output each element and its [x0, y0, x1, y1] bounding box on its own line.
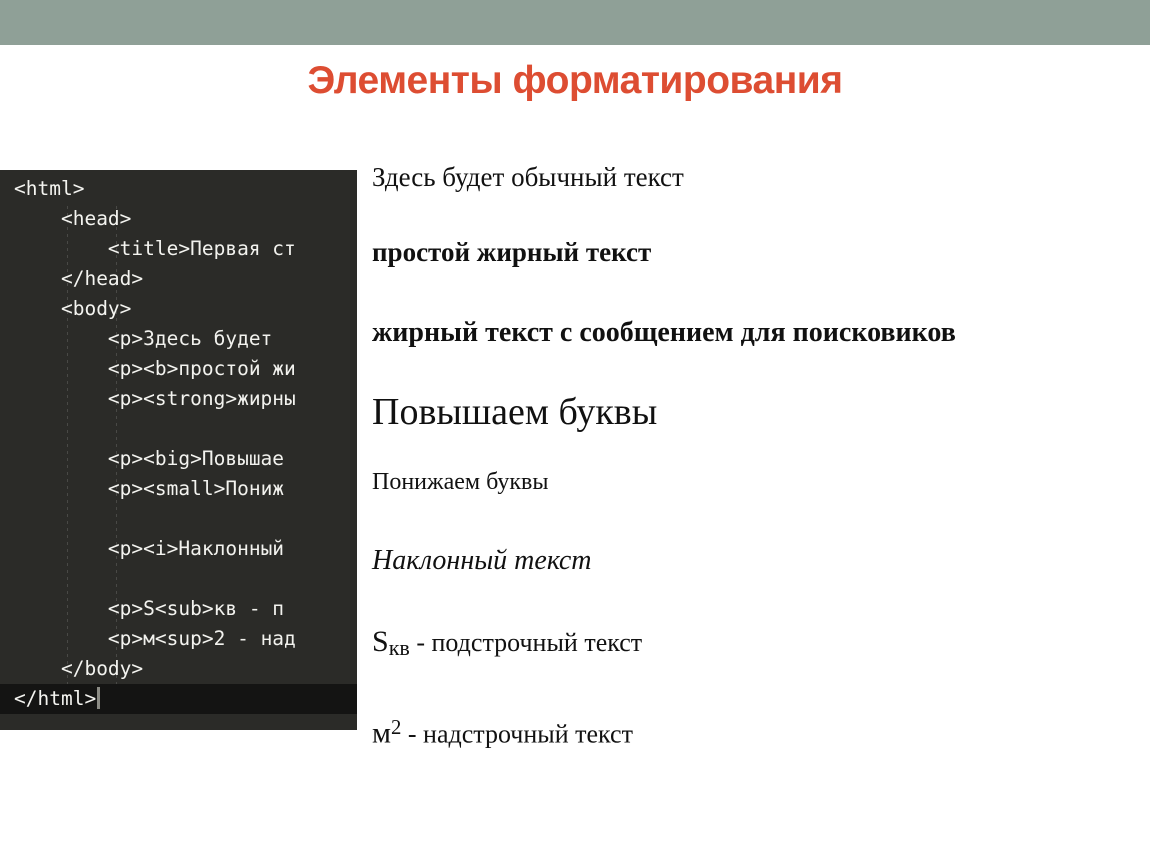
- code-line-head-close: </head>: [0, 264, 357, 294]
- code-token-s-char: S: [143, 597, 155, 620]
- code-token-html-close: </html>: [14, 687, 97, 710]
- code-token-i-open: <i>: [143, 537, 179, 560]
- code-token-m-char: м: [143, 627, 155, 650]
- output-big-text: Повышаем буквы: [372, 391, 658, 433]
- code-token-head-close: </head>: [60, 267, 144, 290]
- top-decorative-band: [0, 0, 1150, 45]
- code-line-html-open: <html>: [0, 174, 357, 204]
- code-line-html-close: </html>: [0, 684, 357, 714]
- code-line-p-italic: <p><i>Наклонный: [0, 534, 357, 564]
- code-token-sup-content: 2 - над: [213, 627, 296, 650]
- output-superscript-line: м2 - надстрочный текст: [372, 712, 1150, 751]
- page-title: Элементы форматирования: [307, 59, 843, 102]
- output-italic-text: Наклонный текст: [372, 545, 592, 576]
- code-token-sup-open: <sup>: [154, 627, 214, 650]
- output-normal-text: Здесь будет обычный текст: [372, 162, 684, 192]
- code-token-html-open: <html>: [14, 177, 85, 200]
- code-token-head-open: <head>: [60, 207, 132, 230]
- code-token-p-open: <p>: [107, 477, 144, 500]
- code-token-strong-content: жирны: [237, 387, 296, 410]
- code-token-small-content: Пониж: [225, 477, 285, 500]
- code-token-p-open: <p>: [107, 327, 144, 350]
- code-token-title-open: <title>: [107, 237, 191, 260]
- code-token-p-open: <p>: [107, 597, 144, 620]
- code-token-p-content: Здесь будет: [143, 327, 285, 350]
- output-subscript-tail: - подстрочный текст: [409, 628, 643, 657]
- code-line-p-sub: <p>S<sub>кв - п: [0, 594, 357, 624]
- code-token-body-open: <body>: [60, 297, 132, 320]
- output-subscript-base: S: [372, 625, 389, 658]
- code-line-head-open: <head>: [0, 204, 357, 234]
- code-token-big-open: <big>: [143, 447, 202, 470]
- output-subscript-script: кв: [388, 634, 410, 660]
- code-token-p-open: <p>: [107, 447, 144, 470]
- output-strong-text: жирный текст с сообщением для поисковико…: [372, 317, 956, 348]
- output-small-text: Понижаем буквы: [372, 469, 549, 495]
- code-line-p-normal: <p>Здесь будет: [0, 324, 357, 354]
- code-token-p-open: <p>: [107, 537, 144, 560]
- code-token-p-open: <p>: [107, 357, 144, 380]
- rendered-output-column: Здесь будет обычный текст простой жирный…: [372, 160, 1150, 751]
- code-line-p-strong: <p><strong>жирны: [0, 384, 357, 414]
- output-superscript-tail: - надстрочный текст: [401, 719, 633, 749]
- code-token-i-content: Наклонный: [178, 537, 296, 560]
- output-superscript-script: 2: [390, 715, 402, 739]
- code-line-p-sup: <p>м<sup>2 - над: [0, 624, 357, 654]
- code-token-title-content: Первая ст: [190, 237, 296, 260]
- output-subscript-line: Sкв - подстрочный текст: [372, 626, 1150, 664]
- code-token-sub-content: кв - п: [213, 597, 285, 620]
- code-line-body-open: <body>: [0, 294, 357, 324]
- code-line-title: <title>Первая ст: [0, 234, 357, 264]
- code-token-b-open: <b>: [143, 357, 179, 380]
- code-line-p-big: <p><big>Повышае: [0, 444, 357, 474]
- code-token-sub-open: <sub>: [154, 597, 214, 620]
- code-editor-screenshot: <html> <head> <title>Первая ст </head> <…: [0, 170, 357, 730]
- text-cursor: [97, 687, 101, 709]
- code-token-big-content: Повышае: [201, 447, 285, 470]
- code-token-b-content: простой жи: [178, 357, 296, 380]
- code-line-p-bold: <p><b>простой жи: [0, 354, 357, 384]
- code-line-p-small: <p><small>Пониж: [0, 474, 357, 504]
- code-token-strong-open: <strong>: [143, 387, 238, 410]
- output-bold-text: простой жирный текст: [372, 237, 652, 267]
- code-token-body-close: </body>: [60, 657, 144, 680]
- code-token-p-open: <p>: [107, 387, 144, 410]
- code-line-body-close: </body>: [0, 654, 357, 684]
- output-superscript-base: м: [372, 716, 391, 750]
- code-token-small-open: <small>: [143, 477, 226, 500]
- code-token-p-open: <p>: [107, 627, 144, 650]
- slide-canvas: Элементы форматирования <html> <head> <t…: [0, 0, 1150, 864]
